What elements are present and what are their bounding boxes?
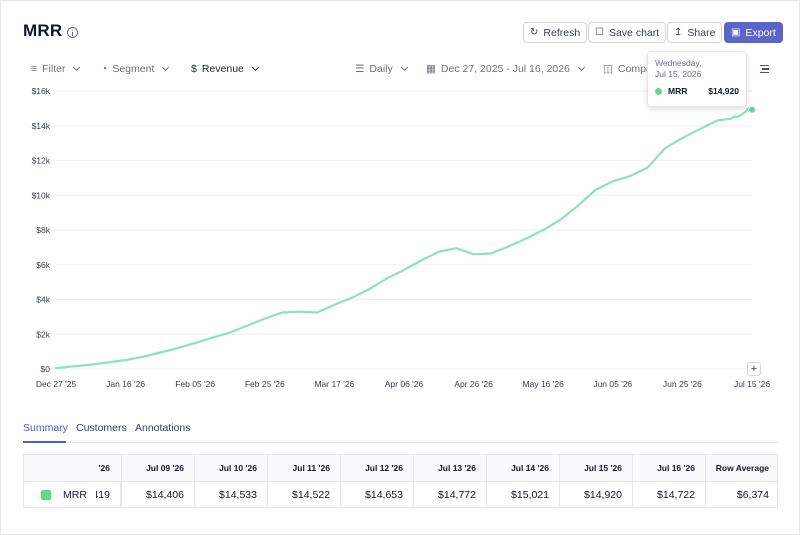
tooltip-value: $14,920: [708, 86, 739, 96]
y-tick-label: $14k: [32, 121, 51, 131]
table-header-cell: Row Average: [715, 463, 769, 473]
calendar-icon: ▦: [426, 63, 436, 75]
y-tick-label: $8k: [36, 225, 50, 235]
table-header-cell: Jul 16 '26: [633, 455, 706, 481]
series-swatch: [41, 490, 51, 500]
x-tick-label: Apr 06 '26: [385, 379, 424, 389]
table-cell: $14,522: [268, 482, 341, 508]
table-header-cell: Jul 13 '26: [414, 455, 487, 481]
filter-label: Filter: [42, 63, 66, 75]
share-button[interactable]: ↥ Share: [667, 22, 723, 43]
table-cell: $14,722: [633, 482, 706, 508]
add-annotation-button[interactable]: +: [747, 362, 761, 376]
table-header-cell: Jul 11 '26: [268, 455, 341, 481]
chart-tooltip: Wednesday, Jul 15, 2026 MRR $14,920: [647, 51, 747, 107]
table-cell: $14,533: [195, 482, 268, 508]
table-cell: $14,653: [341, 482, 414, 508]
segment-icon: ◔: [101, 63, 108, 75]
revenue-dropdown[interactable]: $ Revenue: [191, 63, 259, 75]
table-cell: $6,374: [736, 489, 769, 501]
chevron-down-icon: [577, 63, 585, 72]
tooltip-row: MRR $14,920: [655, 86, 739, 96]
y-tick-label: $2k: [36, 329, 50, 339]
page-title: MRR: [23, 21, 63, 40]
table-cell: $14,772: [414, 482, 487, 508]
table-cell: $14,920: [560, 482, 633, 508]
y-tick-label: $4k: [36, 295, 50, 305]
refresh-button[interactable]: ↻ Refresh: [523, 22, 588, 43]
tab-bar: Summary Customers Annotations: [23, 418, 778, 443]
y-tick-label: $0: [41, 364, 51, 374]
export-button[interactable]: ▣ Export: [724, 22, 783, 43]
y-tick-label: $12k: [32, 156, 51, 166]
x-tick-label: Jun 05 '26: [593, 379, 632, 389]
granularity-label: Daily: [369, 63, 393, 75]
x-tick-label: Feb 05 '26: [175, 379, 215, 389]
share-label: Share: [687, 26, 716, 39]
x-tick-label: Jan 16 '26: [106, 379, 145, 389]
tab-summary[interactable]: Summary: [23, 422, 68, 434]
y-tick-label: $16k: [32, 86, 51, 96]
table-header: '26 Jul 09 '26 Jul 10 '26 Jul 11 '26 Jul 12…: [24, 455, 777, 482]
summary-table: '26 Jul 09 '26 Jul 10 '26 Jul 11 '26 Jul 12…: [23, 454, 778, 508]
segment-label: Segment: [112, 63, 155, 75]
chart-settings-icon[interactable]: [760, 65, 769, 73]
x-tick-label: May 16 '26: [523, 379, 565, 389]
tooltip-series-name: MRR: [668, 86, 688, 96]
table-cell: 419: [96, 482, 122, 508]
refresh-icon: ↻: [530, 26, 539, 38]
tab-annotations[interactable]: Annotations: [135, 422, 190, 434]
dollar-icon: $: [191, 63, 197, 75]
tab-customers[interactable]: Customers: [76, 422, 127, 434]
tooltip-date-line1: Wednesday,: [655, 58, 702, 68]
date-range-label: Dec 27, 2025 - Jul 16, 2026: [440, 63, 570, 75]
x-tick-label: Apr 26 '26: [454, 379, 493, 389]
refresh-label: Refresh: [543, 26, 581, 39]
granularity-icon: ☰: [355, 63, 365, 75]
y-tick-label: $10k: [32, 190, 51, 200]
date-range-picker[interactable]: ▦ Dec 27, 2025 - Jul 16, 2026: [426, 63, 585, 75]
mrr-line-chart[interactable]: $0 $2k $4k $6k $8k $10k $12k $14k $16k Dec 27 '25…: [0, 82, 800, 392]
table-row: MRR 419 $14,406$14,533$14,522$14,653$14,…: [24, 482, 777, 508]
table-header-cell: Jul 15 '26: [560, 455, 633, 481]
table-header-cell: Jul 09 '26: [122, 455, 195, 481]
x-tick-label: Mar 17 '26: [314, 379, 354, 389]
compare-dropdown[interactable]: ◫ Compa: [603, 63, 652, 75]
x-tick-label: Dec 27 '25: [36, 379, 77, 389]
table-header-cell: Jul 10 '26: [195, 455, 268, 481]
filter-icon: ≡: [31, 63, 38, 75]
filter-dropdown[interactable]: ≡ Filter: [31, 63, 81, 75]
y-tick-label: $6k: [36, 260, 50, 270]
chevron-down-icon: [162, 63, 170, 72]
chevron-down-icon: [400, 63, 408, 72]
x-tick-label: Jun 25 '26: [663, 379, 702, 389]
save-chart-button[interactable]: ☐ Save chart: [588, 22, 667, 43]
table-cell: $15,021: [487, 482, 560, 508]
export-label: Export: [745, 26, 776, 39]
table-header-cell: Jul 12 '26: [341, 455, 414, 481]
table-header-cell: '26: [95, 455, 122, 481]
export-icon: ▣: [731, 26, 741, 38]
revenue-label: Revenue: [201, 63, 244, 75]
info-icon[interactable]: [67, 27, 78, 38]
tooltip-series-swatch: [655, 87, 662, 95]
granularity-dropdown[interactable]: ☰ Daily: [355, 63, 408, 75]
bookmark-icon: ☐: [595, 26, 604, 38]
table-header-cell: Jul 14 '26: [487, 455, 560, 481]
chevron-down-icon: [251, 63, 259, 72]
upload-icon: ↥: [674, 26, 683, 38]
table-cell: $14,406: [122, 482, 195, 508]
hover-point: [748, 105, 756, 114]
save-chart-label: Save chart: [608, 26, 660, 39]
x-tick-label: Feb 25 '26: [245, 379, 285, 389]
active-tab-indicator: [23, 441, 66, 443]
compare-icon: ◫: [603, 63, 613, 75]
x-tick-label: Jul 15 '26: [734, 379, 770, 389]
segment-dropdown[interactable]: ◔ Segment: [101, 63, 170, 75]
row-label: MRR: [63, 489, 87, 501]
tooltip-date-line2: Jul 15, 2026: [655, 69, 702, 79]
series-line-mrr: [54, 106, 754, 370]
chevron-down-icon: [73, 63, 81, 72]
